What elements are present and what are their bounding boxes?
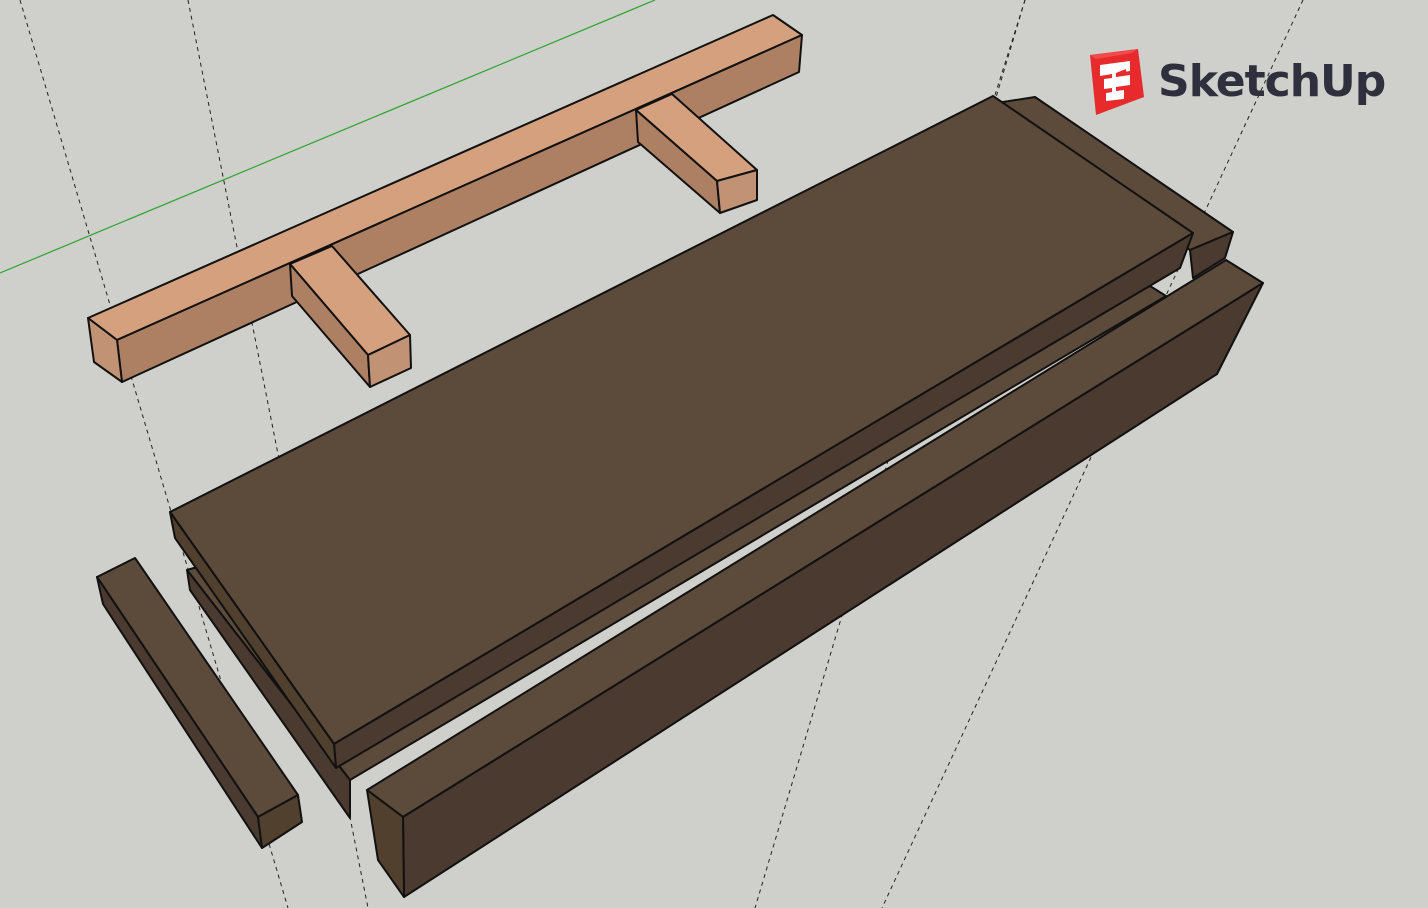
sketchup-logo: SketchUp <box>1086 46 1406 118</box>
brand-name: SketchUp <box>1158 56 1386 107</box>
sketchup-logo-icon <box>1090 49 1144 115</box>
dark-wood-parts[interactable] <box>96 95 1264 898</box>
3d-scene[interactable] <box>0 0 1428 908</box>
model-viewport[interactable]: SketchUp <box>0 0 1428 908</box>
